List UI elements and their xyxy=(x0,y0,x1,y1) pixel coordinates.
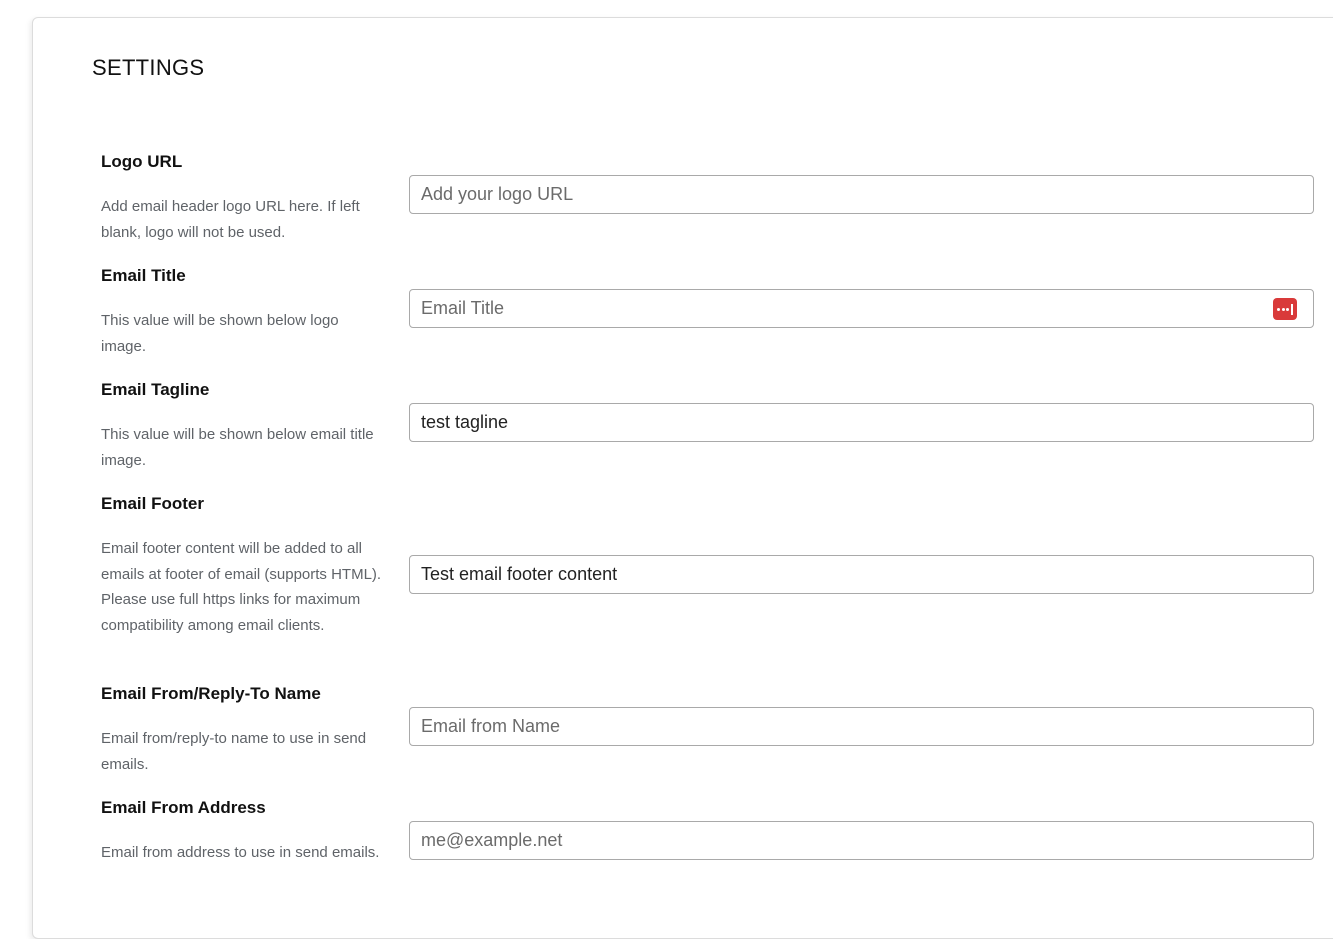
email-from-address-field xyxy=(409,821,1314,860)
logo-url-field xyxy=(409,175,1314,214)
field-label: Email From/Reply-To Name xyxy=(101,684,321,703)
field-description: Email from address to use in send emails… xyxy=(101,844,380,861)
settings-panel: SETTINGS Logo URL Add email header logo … xyxy=(32,17,1333,939)
field-label: Email Title xyxy=(101,266,186,285)
email-from-name-input[interactable] xyxy=(410,708,1313,745)
field-description: This value will be shown below logo imag… xyxy=(101,312,339,355)
email-footer-field xyxy=(409,555,1314,594)
password-manager-icon[interactable] xyxy=(1273,298,1297,320)
field-label: Email Footer xyxy=(101,494,204,513)
page-title: SETTINGS xyxy=(92,55,205,80)
email-title-input[interactable] xyxy=(410,290,1313,327)
email-tagline-input[interactable] xyxy=(410,404,1313,441)
email-title-field xyxy=(409,289,1314,328)
email-from-address-input[interactable] xyxy=(410,822,1313,859)
email-footer-input[interactable] xyxy=(410,556,1313,593)
field-description: Email footer content will be added to al… xyxy=(101,540,382,634)
email-tagline-field xyxy=(409,403,1314,442)
field-description: Add email header logo URL here. If left … xyxy=(101,198,360,241)
field-description: This value will be shown below email tit… xyxy=(101,426,374,469)
email-from-name-field xyxy=(409,707,1314,746)
field-label: Logo URL xyxy=(101,152,183,171)
field-label: Email From Address xyxy=(101,798,266,817)
field-description: Email from/reply-to name to use in send … xyxy=(101,730,367,773)
field-label: Email Tagline xyxy=(101,380,210,399)
logo-url-input[interactable] xyxy=(410,176,1313,213)
